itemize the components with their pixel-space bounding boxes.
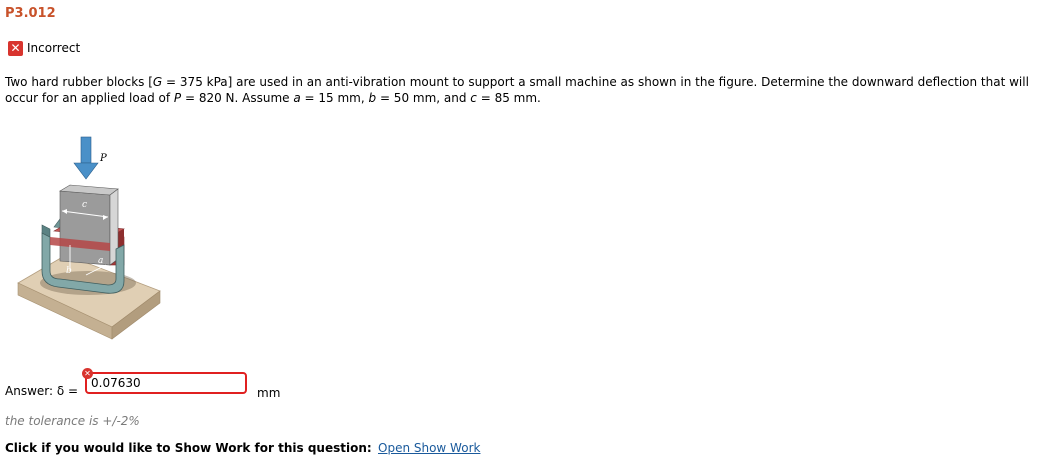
variable-a: a <box>293 91 301 105</box>
status-text: Incorrect <box>27 41 81 55</box>
error-badge-icon: ✕ <box>82 368 93 379</box>
status-indicator: ✕ Incorrect <box>8 40 80 56</box>
variable-g: G <box>152 75 163 89</box>
label-p: P <box>99 153 107 164</box>
problem-text-part: Two hard rubber blocks [ <box>5 75 153 89</box>
label-c: c <box>82 200 87 210</box>
problem-title: P3.012 <box>5 6 56 21</box>
mount-figure: P c b a <box>17 136 161 340</box>
variable-b: b <box>368 91 377 105</box>
tolerance-note: the tolerance is +/-2% <box>5 414 140 428</box>
problem-text-part: = 15 mm, <box>300 91 369 105</box>
problem-statement: Two hard rubber blocks [G = 375 kPa] are… <box>5 74 1057 106</box>
answer-unit: mm <box>257 386 281 400</box>
problem-text-part: = 820 N. Assume <box>181 91 294 105</box>
variable-c: c <box>470 91 477 105</box>
label-a: a <box>98 256 103 266</box>
answer-label: Answer: δ = <box>5 384 79 398</box>
open-show-work-link[interactable]: Open Show Work <box>378 441 480 455</box>
answer-row: Answer: δ = ✕ mm <box>5 368 305 400</box>
show-work-prompt: Click if you would like to Show Work for… <box>5 441 372 455</box>
answer-input[interactable] <box>85 372 247 394</box>
problem-text-part: = 50 mm, and <box>376 91 471 105</box>
label-b: b <box>66 266 72 276</box>
incorrect-icon: ✕ <box>8 40 23 56</box>
problem-text-part: = 85 mm. <box>476 91 541 105</box>
